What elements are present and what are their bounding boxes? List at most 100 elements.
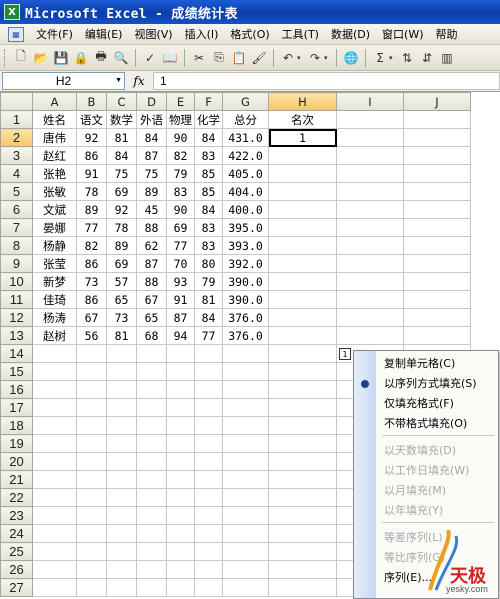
cell-j9[interactable] — [403, 254, 471, 273]
cell-b3[interactable]: 86 — [76, 146, 107, 165]
cell-f12[interactable]: 84 — [194, 308, 223, 327]
cell-f5[interactable]: 85 — [194, 182, 223, 201]
cell-e20[interactable] — [166, 452, 195, 471]
cell-d24[interactable] — [136, 524, 167, 543]
cell-c25[interactable] — [106, 542, 137, 561]
cell-g1[interactable]: 总分 — [222, 110, 269, 129]
cell-g20[interactable] — [222, 452, 269, 471]
cell-h21[interactable] — [268, 470, 337, 489]
cell-c16[interactable] — [106, 380, 137, 399]
column-header-j[interactable]: J — [403, 92, 471, 111]
cell-b1[interactable]: 语文 — [76, 110, 107, 129]
row-header[interactable]: 22 — [0, 488, 33, 507]
cell-g2[interactable]: 431.0 — [222, 128, 269, 147]
cell-a25[interactable] — [32, 542, 77, 561]
cell-c26[interactable] — [106, 560, 137, 579]
cell-j6[interactable] — [403, 200, 471, 219]
cell-g19[interactable] — [222, 434, 269, 453]
menu-file[interactable]: 文件(F) — [30, 25, 79, 44]
cell-a5[interactable]: 张敏 — [32, 182, 77, 201]
cell-f3[interactable]: 83 — [194, 146, 223, 165]
sort-desc-icon[interactable]: ⇵ — [418, 49, 436, 67]
row-header[interactable]: 11 — [0, 290, 33, 309]
cell-b24[interactable] — [76, 524, 107, 543]
cell-c4[interactable]: 75 — [106, 164, 137, 183]
cell-g25[interactable] — [222, 542, 269, 561]
cell-b21[interactable] — [76, 470, 107, 489]
cell-e6[interactable]: 90 — [166, 200, 195, 219]
cell-c15[interactable] — [106, 362, 137, 381]
row-header[interactable]: 21 — [0, 470, 33, 489]
cell-g16[interactable] — [222, 380, 269, 399]
cell-h17[interactable] — [268, 398, 337, 417]
cell-g18[interactable] — [222, 416, 269, 435]
row-header[interactable]: 18 — [0, 416, 33, 435]
cell-f2[interactable]: 84 — [194, 128, 223, 147]
cell-i9[interactable] — [336, 254, 404, 273]
cell-d3[interactable]: 87 — [136, 146, 167, 165]
cell-c3[interactable]: 84 — [106, 146, 137, 165]
cell-h5[interactable] — [268, 182, 337, 201]
autofill-option-0[interactable]: 复制单元格(C) — [384, 355, 455, 372]
cell-e12[interactable]: 87 — [166, 308, 195, 327]
cell-d11[interactable]: 67 — [136, 290, 167, 309]
cell-h22[interactable] — [268, 488, 337, 507]
cell-i8[interactable] — [336, 236, 404, 255]
cell-h19[interactable] — [268, 434, 337, 453]
row-header[interactable]: 26 — [0, 560, 33, 579]
cell-a23[interactable] — [32, 506, 77, 525]
cell-g9[interactable]: 392.0 — [222, 254, 269, 273]
cell-g8[interactable]: 393.0 — [222, 236, 269, 255]
cell-d21[interactable] — [136, 470, 167, 489]
cell-d9[interactable]: 87 — [136, 254, 167, 273]
cell-a1[interactable]: 姓名 — [32, 110, 77, 129]
cell-g23[interactable] — [222, 506, 269, 525]
cell-a21[interactable] — [32, 470, 77, 489]
cell-h1[interactable]: 名次 — [268, 110, 337, 129]
cell-h18[interactable] — [268, 416, 337, 435]
cell-c24[interactable] — [106, 524, 137, 543]
cell-f23[interactable] — [194, 506, 223, 525]
cell-d27[interactable] — [136, 578, 167, 597]
open-icon[interactable]: 📂 — [32, 49, 50, 67]
cell-a22[interactable] — [32, 488, 77, 507]
cell-f22[interactable] — [194, 488, 223, 507]
menu-view[interactable]: 视图(V) — [128, 25, 178, 44]
chevron-down-icon[interactable]: ▾ — [389, 54, 396, 62]
undo-icon[interactable]: ↶ — [279, 49, 297, 67]
cell-b8[interactable]: 82 — [76, 236, 107, 255]
cell-j1[interactable] — [403, 110, 471, 129]
cell-e13[interactable]: 94 — [166, 326, 195, 345]
row-header[interactable]: 23 — [0, 506, 33, 525]
menu-tools[interactable]: 工具(T) — [276, 25, 325, 44]
cell-g5[interactable]: 404.0 — [222, 182, 269, 201]
cell-b4[interactable]: 91 — [76, 164, 107, 183]
cell-a17[interactable] — [32, 398, 77, 417]
cell-b15[interactable] — [76, 362, 107, 381]
cell-i2[interactable] — [336, 128, 404, 147]
cell-d23[interactable] — [136, 506, 167, 525]
cell-a19[interactable] — [32, 434, 77, 453]
cell-f9[interactable]: 80 — [194, 254, 223, 273]
cell-d26[interactable] — [136, 560, 167, 579]
cell-h24[interactable] — [268, 524, 337, 543]
cell-g17[interactable] — [222, 398, 269, 417]
column-header-g[interactable]: G — [222, 92, 269, 111]
cell-e2[interactable]: 90 — [166, 128, 195, 147]
cell-f10[interactable]: 79 — [194, 272, 223, 291]
cell-a9[interactable]: 张莹 — [32, 254, 77, 273]
cell-f8[interactable]: 83 — [194, 236, 223, 255]
cell-b11[interactable]: 86 — [76, 290, 107, 309]
row-header[interactable]: 7 — [0, 218, 33, 237]
cell-g24[interactable] — [222, 524, 269, 543]
cell-i11[interactable] — [336, 290, 404, 309]
cell-e21[interactable] — [166, 470, 195, 489]
paste-icon[interactable]: 📋 — [230, 49, 248, 67]
cell-g13[interactable]: 376.0 — [222, 326, 269, 345]
cell-a15[interactable] — [32, 362, 77, 381]
cell-g7[interactable]: 395.0 — [222, 218, 269, 237]
cell-f6[interactable]: 84 — [194, 200, 223, 219]
cell-a14[interactable] — [32, 344, 77, 363]
cell-b13[interactable]: 56 — [76, 326, 107, 345]
row-header[interactable]: 8 — [0, 236, 33, 255]
